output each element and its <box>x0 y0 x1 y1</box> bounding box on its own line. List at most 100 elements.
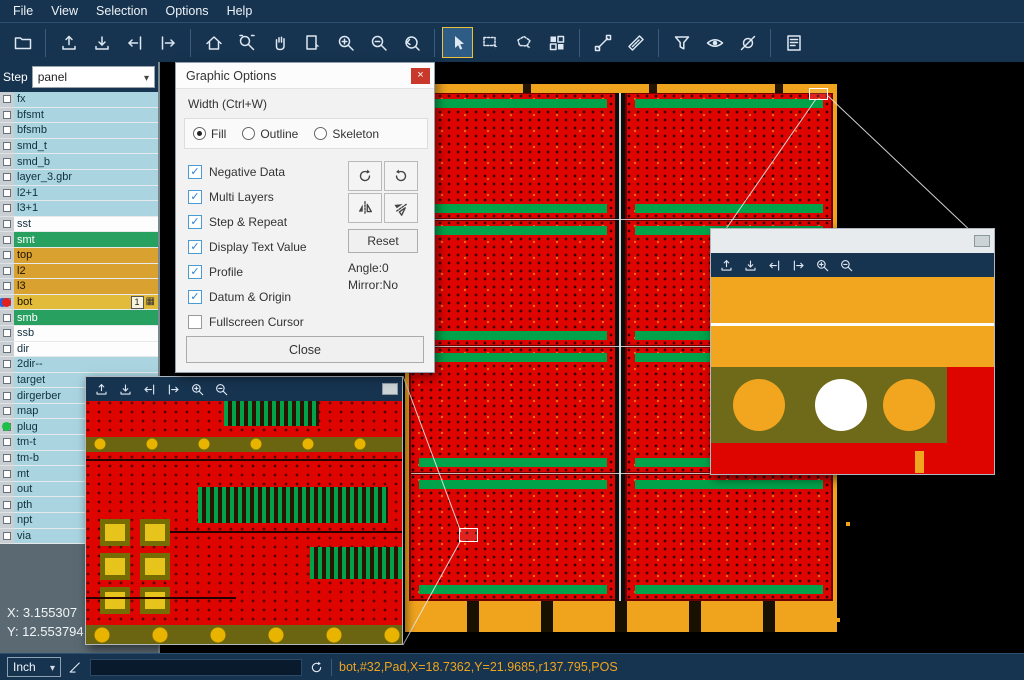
toolbar-button-tray-down[interactable] <box>86 27 117 58</box>
checkbox-profile[interactable]: Profile <box>188 259 340 284</box>
toolbar-button-open-folder[interactable] <box>7 27 38 58</box>
toolbar-button-caliper[interactable] <box>732 27 763 58</box>
zoom-view-left[interactable] <box>86 401 402 644</box>
toolbar-button-rect-select[interactable] <box>475 27 506 58</box>
layer-checkbox[interactable] <box>3 392 11 400</box>
step-select[interactable]: panel <box>32 66 155 88</box>
layer-row-smb[interactable]: smb <box>0 310 158 326</box>
layer-row-bfsmt[interactable]: bfsmt <box>0 108 158 124</box>
layer-checkbox[interactable] <box>3 282 11 290</box>
layer-checkbox[interactable] <box>3 485 11 493</box>
layer-row-smt[interactable]: smt <box>0 232 158 248</box>
layer-row-2dir--[interactable]: 2dir-- <box>0 357 158 373</box>
layer-row-fx[interactable]: fx <box>0 92 158 108</box>
layer-checkbox[interactable] <box>3 329 11 337</box>
toolbar-button-cursor-select[interactable] <box>442 27 473 58</box>
layer-row-sst[interactable]: sst <box>0 217 158 233</box>
layer-checkbox[interactable] <box>3 516 11 524</box>
layer-row-l2+1[interactable]: l2+1 <box>0 186 158 202</box>
zoom-toolbar-tray-down[interactable] <box>739 255 761 275</box>
command-input[interactable] <box>90 659 302 676</box>
menu-item-view[interactable]: View <box>42 0 87 22</box>
zoom-toolbar-tray-up[interactable] <box>90 379 112 399</box>
layer-checkbox[interactable] <box>3 173 11 181</box>
radio-outline[interactable]: Outline <box>242 127 298 141</box>
mirror-horizontal-button[interactable] <box>348 193 382 223</box>
layer-checkbox[interactable] <box>3 189 11 197</box>
layer-row-l2[interactable]: l2 <box>0 264 158 280</box>
radio-skeleton[interactable]: Skeleton <box>314 127 379 141</box>
dialog-close-button[interactable] <box>411 68 430 84</box>
layer-checkbox[interactable] <box>3 267 11 275</box>
layer-checkbox[interactable] <box>3 454 11 462</box>
zoom-toolbar-tray-left[interactable] <box>138 379 160 399</box>
zoom-toolbar-tray-left[interactable] <box>763 255 785 275</box>
toolbar-button-poly-select[interactable] <box>508 27 539 58</box>
toolbar-button-pan-hand[interactable] <box>264 27 295 58</box>
layer-checkbox[interactable] <box>3 158 11 166</box>
zoom-window-button[interactable] <box>974 235 990 247</box>
menu-item-file[interactable]: File <box>4 0 42 22</box>
zoom-toolbar-zoom-in[interactable] <box>186 379 208 399</box>
menu-item-help[interactable]: Help <box>218 0 262 22</box>
layer-checkbox[interactable] <box>3 501 11 509</box>
checkbox-datum-origin[interactable]: Datum & Origin <box>188 284 340 309</box>
rotate-cw-button[interactable] <box>348 161 382 191</box>
toolbar-button-checker[interactable] <box>541 27 572 58</box>
toolbar-button-ruler[interactable] <box>620 27 651 58</box>
checkbox-display-text-value[interactable]: Display Text Value <box>188 234 340 259</box>
layer-checkbox[interactable] <box>3 251 11 259</box>
zoom-toolbar-zoom-in[interactable] <box>811 255 833 275</box>
layer-row-l3+1[interactable]: l3+1 <box>0 201 158 217</box>
zoom-toolbar-tray-down[interactable] <box>114 379 136 399</box>
radio-fill[interactable]: Fill <box>193 127 226 141</box>
mirror-vertical-button[interactable] <box>384 193 418 223</box>
checkbox-multi-layers[interactable]: Multi Layers <box>188 184 340 209</box>
zoom-toolbar-tray-up[interactable] <box>715 255 737 275</box>
layer-checkbox[interactable] <box>3 142 11 150</box>
layer-row-layer_3.gbr[interactable]: layer_3.gbr <box>0 170 158 186</box>
menu-item-options[interactable]: Options <box>156 0 217 22</box>
toolbar-button-home[interactable] <box>198 27 229 58</box>
zoom-window-left[interactable] <box>85 376 403 645</box>
zoom-toolbar-zoom-out[interactable] <box>835 255 857 275</box>
unit-select[interactable]: Inch <box>7 657 61 677</box>
checkbox-negative-data[interactable]: Negative Data <box>188 159 340 184</box>
zoom-toolbar-tray-right[interactable] <box>787 255 809 275</box>
layer-checkbox[interactable] <box>3 204 11 212</box>
layer-checkbox[interactable] <box>3 236 11 244</box>
layer-checkbox[interactable] <box>3 126 11 134</box>
toolbar-button-zoom-out[interactable] <box>363 27 394 58</box>
menu-item-selection[interactable]: Selection <box>87 0 156 22</box>
layer-checkbox[interactable] <box>3 111 11 119</box>
toolbar-button-tray-left[interactable] <box>119 27 150 58</box>
toolbar-button-tray-up[interactable] <box>53 27 84 58</box>
zoom-window-button[interactable] <box>382 383 398 395</box>
toolbar-button-tray-right[interactable] <box>152 27 183 58</box>
zoom-toolbar-tray-right[interactable] <box>162 379 184 399</box>
layer-row-dir[interactable]: dir <box>0 342 158 358</box>
layer-checkbox[interactable] <box>3 532 11 540</box>
layer-row-ssb[interactable]: ssb <box>0 326 158 342</box>
layer-row-smd_t[interactable]: smd_t <box>0 139 158 155</box>
layer-row-l3[interactable]: l3 <box>0 279 158 295</box>
layer-row-smd_b[interactable]: smd_b <box>0 154 158 170</box>
layer-checkbox[interactable] <box>3 220 11 228</box>
checkbox-fullscreen-cursor[interactable]: Fullscreen Cursor <box>188 309 340 334</box>
layer-checkbox[interactable] <box>3 407 11 415</box>
dialog-title-bar[interactable]: Graphic Options <box>176 63 434 89</box>
toolbar-button-filter[interactable] <box>666 27 697 58</box>
layer-row-bot[interactable]: bot1 <box>0 295 158 311</box>
layer-checkbox[interactable] <box>3 345 11 353</box>
refresh-icon[interactable] <box>309 660 324 675</box>
reset-button[interactable]: Reset <box>348 229 418 253</box>
toolbar-button-zoom-in[interactable] <box>330 27 361 58</box>
toolbar-button-zoom-back[interactable] <box>396 27 427 58</box>
zoom-toolbar-zoom-out[interactable] <box>210 379 232 399</box>
layer-checkbox[interactable] <box>3 470 11 478</box>
toolbar-button-zoom-region[interactable] <box>231 27 262 58</box>
toolbar-button-page-cursor[interactable] <box>297 27 328 58</box>
layer-row-top[interactable]: top <box>0 248 158 264</box>
zoom-view-right[interactable] <box>711 277 994 474</box>
zoom-window-right[interactable] <box>710 228 995 475</box>
